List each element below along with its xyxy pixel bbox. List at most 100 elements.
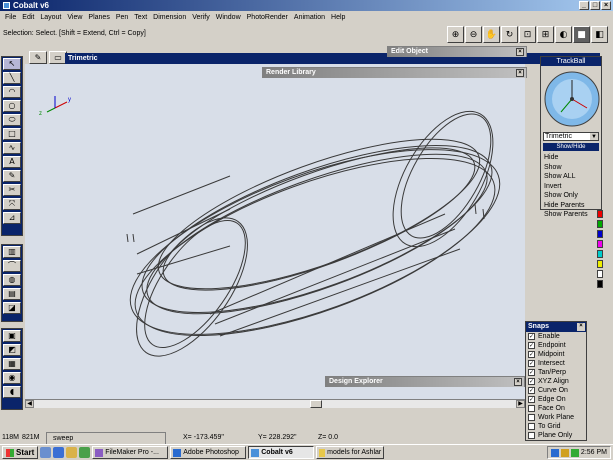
menu-verify[interactable]: Verify [189, 14, 213, 21]
surface-tool-icon[interactable]: ◪ [3, 302, 21, 314]
menu-layout[interactable]: Layout [37, 14, 64, 21]
design-explorer-close-icon[interactable]: × [514, 378, 522, 386]
render-library-panel[interactable]: Render Library × [262, 67, 527, 78]
color-swatch-cyan[interactable] [597, 250, 603, 258]
snap-option[interactable]: ✓ Midpoint [526, 350, 586, 359]
color-swatch-yellow[interactable] [597, 260, 603, 268]
pen-tool-icon[interactable]: ✎ [3, 170, 21, 182]
render-library-close-icon[interactable]: × [516, 69, 524, 77]
edit-object-close-icon[interactable]: × [516, 48, 524, 56]
checkbox[interactable] [528, 423, 535, 430]
task-filemaker[interactable]: FileMaker Pro -... [92, 446, 169, 459]
circle-tool-icon[interactable]: ○ [3, 100, 21, 112]
checkbox[interactable]: ✓ [528, 333, 535, 340]
menu-window[interactable]: Window [213, 14, 244, 21]
start-button[interactable]: Start [2, 446, 39, 459]
snap-option[interactable]: To Grid [526, 422, 586, 431]
viewport-canvas[interactable]: y z [25, 64, 525, 399]
edit-object-panel[interactable]: Edit Object × [387, 46, 527, 57]
task-models-folder[interactable]: models for Ashlar [316, 446, 385, 459]
tray-volume-icon[interactable] [560, 448, 569, 457]
render-icon[interactable]: ◐ [555, 26, 572, 43]
snap-option[interactable]: ✓ Tan/Perp [526, 368, 586, 377]
extrude-tool-icon[interactable]: ▥ [3, 246, 21, 258]
menu-edit[interactable]: Edit [19, 14, 37, 21]
trackball-sphere[interactable] [543, 68, 601, 130]
snap-option[interactable]: ✓ Endpoint [526, 341, 586, 350]
rectangle-tool-icon[interactable]: □ [3, 128, 21, 140]
design-explorer-panel[interactable]: Design Explorer × [325, 376, 525, 387]
task-photoshop[interactable]: Adobe Photoshop [170, 446, 247, 459]
snaps-close-icon[interactable]: × [577, 323, 585, 331]
scroll-left-icon[interactable]: ◀ [25, 400, 34, 408]
snap-option[interactable]: ✓ Enable [526, 332, 586, 341]
menu-item-show-parents[interactable]: Show Parents [544, 210, 600, 220]
arc-tool-icon[interactable]: ◠ [3, 86, 21, 98]
menu-item-show[interactable]: Show [544, 163, 600, 173]
color-swatch-white[interactable] [597, 270, 603, 278]
tray-app-icon[interactable] [570, 448, 579, 457]
zoom-window-icon[interactable]: ⊡ [519, 26, 536, 43]
color-swatch-green[interactable] [597, 220, 603, 228]
menu-item-hide[interactable]: Hide [544, 153, 600, 163]
menu-item-show-all[interactable]: Show ALL [544, 172, 600, 182]
checkbox[interactable]: ✓ [528, 342, 535, 349]
chevron-down-icon[interactable]: ▼ [590, 133, 598, 140]
checkbox[interactable]: ✓ [528, 360, 535, 367]
checkbox[interactable]: ✓ [528, 387, 535, 394]
boolean-tool-icon[interactable]: ◉ [3, 372, 21, 384]
transform-tool-icon[interactable]: ⤧ [3, 198, 21, 210]
menu-pen[interactable]: Pen [113, 14, 131, 21]
checkbox[interactable] [528, 414, 535, 421]
menu-text[interactable]: Text [131, 14, 150, 21]
zoom-in-icon[interactable]: ⊕ [447, 26, 464, 43]
draw-mode-icon[interactable]: ✎ [29, 51, 47, 64]
tray-network-icon[interactable] [550, 448, 559, 457]
sweep-tool-icon[interactable]: ⌒ [3, 260, 21, 272]
rotate-icon[interactable]: ↻ [501, 26, 518, 43]
scrollbar-thumb[interactable] [310, 400, 322, 408]
desktop-icon[interactable] [40, 447, 52, 458]
checkbox[interactable]: ✓ [528, 396, 535, 403]
outlook-icon[interactable] [66, 447, 78, 458]
color-swatch-magenta[interactable] [597, 240, 603, 248]
quicklaunch-app-icon[interactable] [79, 447, 91, 458]
menu-planes[interactable]: Planes [85, 14, 112, 21]
scroll-right-icon[interactable]: ▶ [516, 400, 525, 408]
menu-item-show-only[interactable]: Show Only [544, 191, 600, 201]
color-swatch-black[interactable] [597, 280, 603, 288]
snap-option[interactable]: ✓ Intersect [526, 359, 586, 368]
checkbox[interactable]: ✓ [528, 369, 535, 376]
snap-option[interactable]: ✓ Edge On [526, 395, 586, 404]
select-arrow-icon[interactable]: ↖ [3, 58, 21, 70]
snap-option[interactable]: Face On [526, 404, 586, 413]
snap-option[interactable]: ✓ Curve On [526, 386, 586, 395]
pan-hand-icon[interactable]: ✋ [483, 26, 500, 43]
cube-icon[interactable]: ■ [573, 26, 590, 43]
zoom-extents-icon[interactable]: ⊞ [537, 26, 554, 43]
color-swatch-blue[interactable] [597, 230, 603, 238]
menu-animation[interactable]: Animation [291, 14, 328, 21]
menu-item-invert[interactable]: Invert [544, 182, 600, 192]
fillet-tool-icon[interactable]: ◖ [3, 386, 21, 398]
view-select[interactable]: Trimetric ▼ [543, 132, 599, 141]
loft-tool-icon[interactable]: ▤ [3, 288, 21, 300]
text-tool-icon[interactable]: A [3, 156, 21, 168]
measure-tool-icon[interactable]: ⊿ [3, 212, 21, 224]
ie-icon[interactable] [53, 447, 65, 458]
shell-tool-icon[interactable]: ▦ [3, 358, 21, 370]
cube-shaded-icon[interactable]: ◧ [591, 26, 608, 43]
menu-item-hide-parents[interactable]: Hide Parents [544, 201, 600, 211]
minimize-button[interactable]: _ [579, 1, 589, 10]
trim-tool-icon[interactable]: ✂ [3, 184, 21, 196]
solid-box-icon[interactable]: ▣ [3, 330, 21, 342]
solid-blend-icon[interactable]: ◩ [3, 344, 21, 356]
maximize-button[interactable]: □ [590, 1, 600, 10]
ellipse-tool-icon[interactable]: ⬭ [3, 114, 21, 126]
menu-dimension[interactable]: Dimension [150, 14, 189, 21]
zoom-out-icon[interactable]: ⊖ [465, 26, 482, 43]
checkbox[interactable]: ✓ [528, 378, 535, 385]
line-tool-icon[interactable]: ╲ [3, 72, 21, 84]
snap-option[interactable]: ✓ XYZ Align [526, 377, 586, 386]
menu-help[interactable]: Help [328, 14, 348, 21]
